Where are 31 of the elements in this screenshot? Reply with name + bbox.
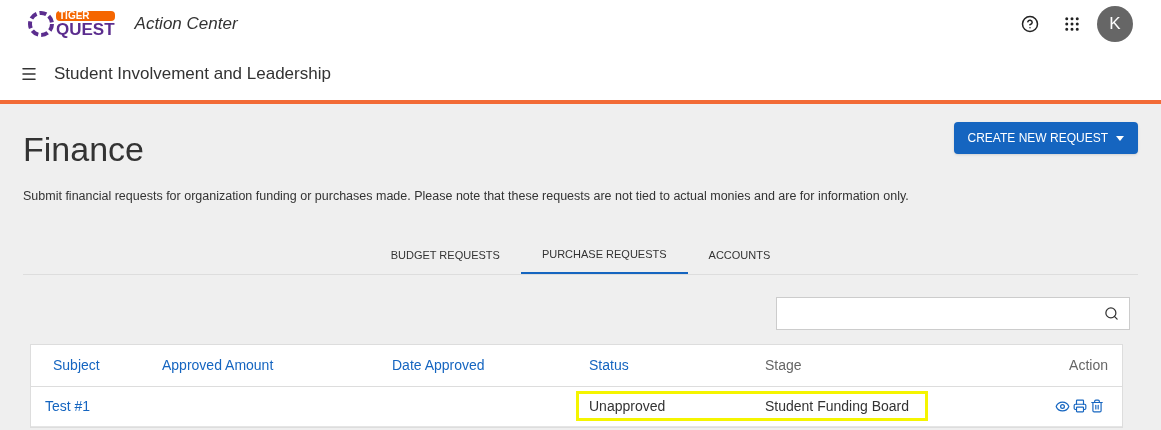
- search-field[interactable]: [776, 296, 1130, 330]
- column-header: Stage: [765, 357, 802, 374]
- caret-icon: [1116, 135, 1124, 141]
- apps-grid-icon[interactable]: [1063, 15, 1081, 33]
- help-icon[interactable]: [1021, 15, 1039, 33]
- tab[interactable]: ACCOUNTS: [687, 235, 792, 274]
- table-cell-text: Student Funding Board: [765, 396, 909, 416]
- trash-icon[interactable]: [1090, 399, 1104, 414]
- page-title: Finance: [23, 129, 144, 170]
- column-header[interactable]: Date Approved: [392, 357, 485, 374]
- logo[interactable]: TIGER QUEST: [28, 9, 115, 39]
- column-header[interactable]: Subject: [53, 357, 100, 374]
- logo-bottom-text: QUEST: [56, 20, 115, 38]
- tab[interactable]: BUDGET REQUESTS: [369, 235, 521, 274]
- ring-logo-icon: [28, 9, 54, 39]
- app-title: Action Center: [134, 13, 238, 36]
- create-request-button[interactable]: CREATE NEW REQUEST: [953, 122, 1138, 154]
- table-cell-text: Unapproved: [589, 396, 666, 416]
- logo-top-text: TIGER: [56, 10, 115, 21]
- column-header[interactable]: Approved Amount: [162, 357, 274, 374]
- column-header: Action: [1069, 357, 1108, 374]
- column-header[interactable]: Status: [589, 357, 629, 374]
- subject-link[interactable]: Test #1: [45, 395, 91, 417]
- print-icon[interactable]: [1073, 399, 1087, 414]
- search-icon: [1104, 305, 1119, 321]
- page-description: Submit financial requests for organization funding or purchases made. Please note that these requests are not tied to actual monies and are for information only.: [23, 188, 910, 205]
- tab[interactable]: PURCHASE REQUESTS: [520, 235, 688, 274]
- user-avatar[interactable]: K: [1097, 6, 1133, 42]
- view-icon[interactable]: [1055, 398, 1070, 414]
- organization-title: Student Involvement and Leadership: [54, 63, 331, 86]
- menu-icon[interactable]: [20, 65, 38, 83]
